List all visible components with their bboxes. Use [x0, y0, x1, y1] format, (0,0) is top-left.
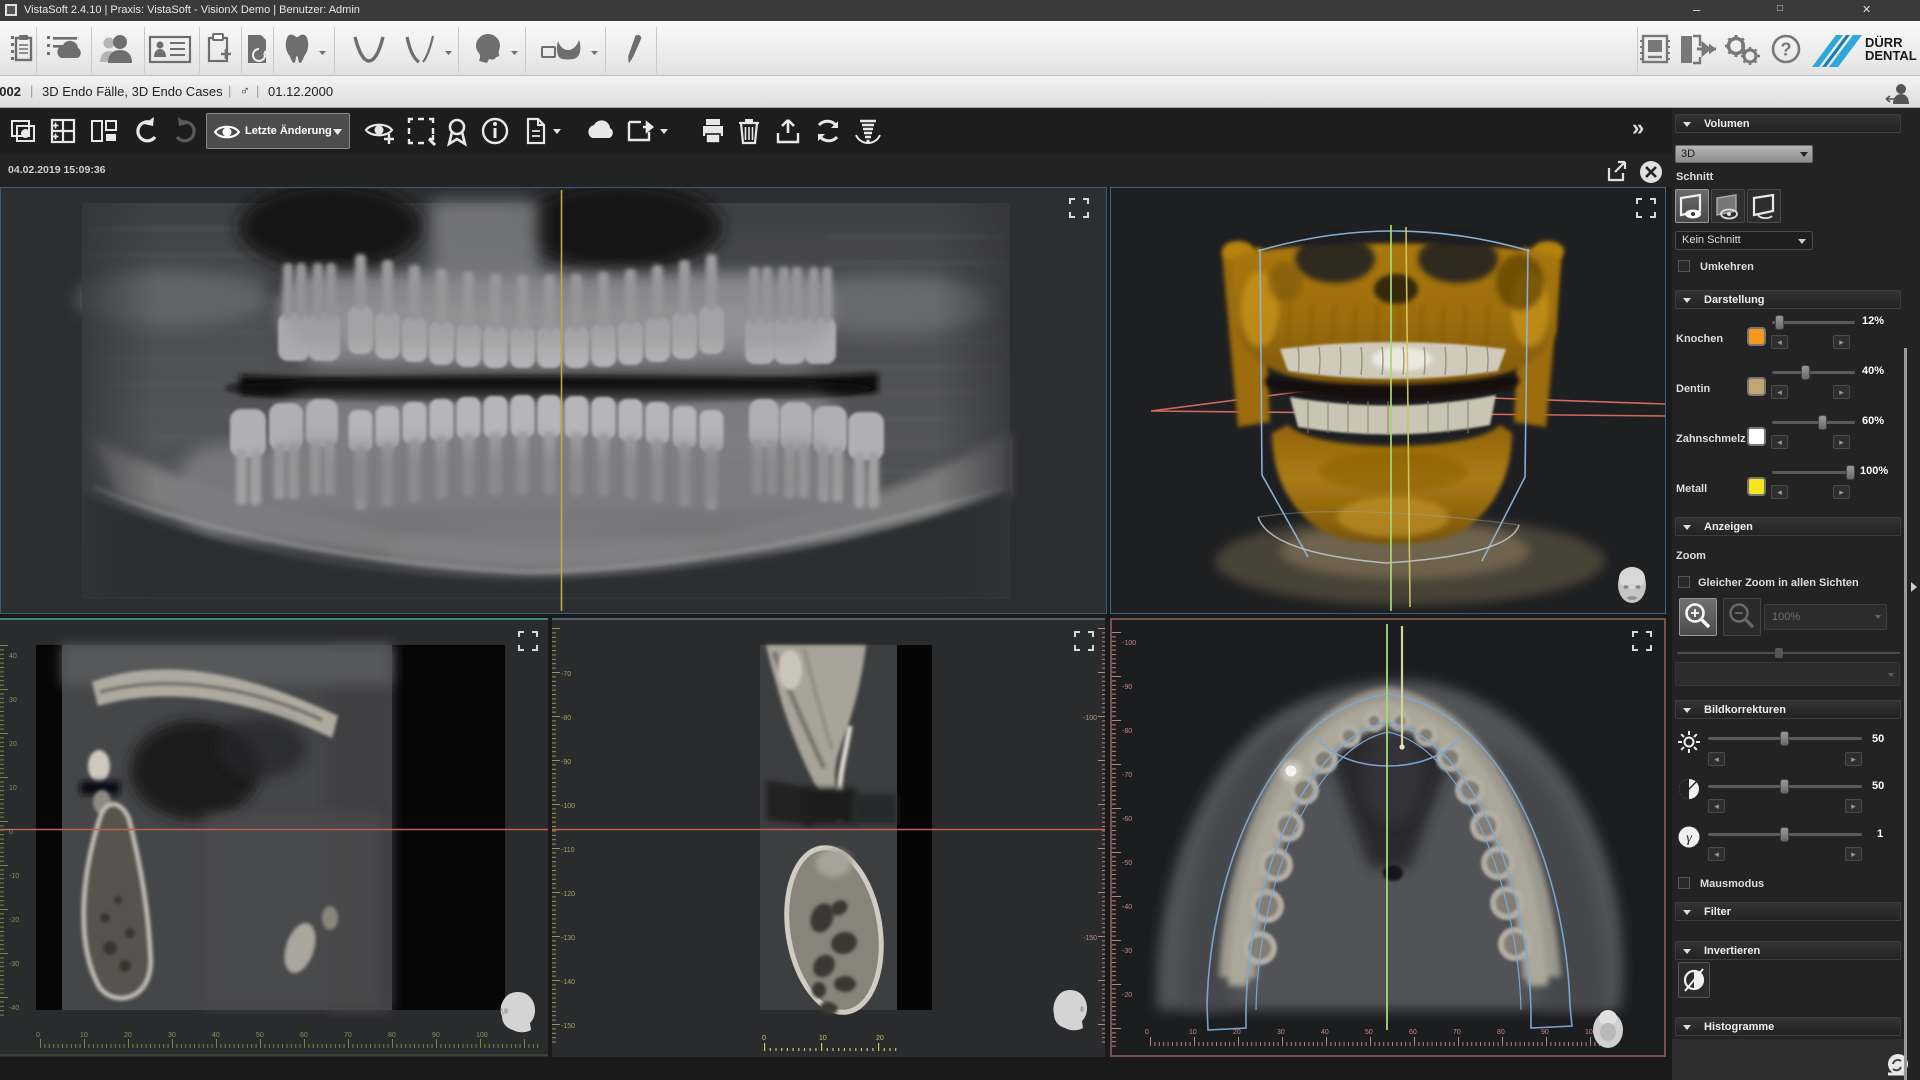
svg-text:20: 20 — [1233, 1029, 1241, 1036]
svg-text:-20: -20 — [9, 917, 19, 924]
svg-text:20: 20 — [124, 1032, 132, 1039]
svg-text:50: 50 — [256, 1032, 264, 1039]
svg-text:-100: -100 — [561, 803, 575, 810]
svg-text:-150: -150 — [561, 1023, 575, 1030]
svg-text:-40: -40 — [1122, 904, 1132, 911]
svg-text:10: 10 — [9, 785, 17, 792]
svg-text:10: 10 — [1189, 1029, 1197, 1036]
svg-text:0: 0 — [1145, 1029, 1149, 1036]
svg-text:-10: -10 — [9, 873, 19, 880]
svg-text:40: 40 — [1321, 1029, 1329, 1036]
svg-text:40: 40 — [9, 653, 17, 660]
svg-text:-80: -80 — [1122, 728, 1132, 735]
svg-text:30: 30 — [9, 697, 17, 704]
svg-text:-30: -30 — [1122, 948, 1132, 955]
svg-text:20: 20 — [9, 741, 17, 748]
svg-text:10: 10 — [80, 1032, 88, 1039]
svg-text:50: 50 — [1365, 1029, 1373, 1036]
svg-text:90: 90 — [432, 1032, 440, 1039]
svg-text:-20: -20 — [1122, 992, 1132, 999]
svg-text:-70: -70 — [561, 671, 571, 678]
svg-text:-80: -80 — [561, 715, 571, 722]
svg-text:0: 0 — [762, 1035, 766, 1042]
svg-text:10: 10 — [819, 1035, 827, 1042]
svg-text:-40: -40 — [9, 1005, 19, 1012]
svg-text:30: 30 — [168, 1032, 176, 1039]
svg-text:0: 0 — [36, 1032, 40, 1039]
svg-text:70: 70 — [1453, 1029, 1461, 1036]
svg-text:40: 40 — [212, 1032, 220, 1039]
svg-text:-50: -50 — [1122, 860, 1132, 867]
svg-text:-30: -30 — [9, 961, 19, 968]
svg-text:-130: -130 — [561, 935, 575, 942]
svg-text:60: 60 — [1409, 1029, 1417, 1036]
svg-text:-90: -90 — [1122, 684, 1132, 691]
svg-text:0: 0 — [9, 829, 13, 836]
svg-text:-120: -120 — [561, 891, 575, 898]
svg-text:-140: -140 — [561, 979, 575, 986]
svg-text:-70: -70 — [1122, 772, 1132, 779]
svg-text:-100: -100 — [1083, 715, 1097, 722]
svg-text:80: 80 — [1497, 1029, 1505, 1036]
svg-text:-150: -150 — [1083, 935, 1097, 942]
svg-text:-110: -110 — [561, 847, 575, 854]
svg-text:30: 30 — [1277, 1029, 1285, 1036]
svg-text:-100: -100 — [1122, 640, 1136, 647]
svg-text:-60: -60 — [1122, 816, 1132, 823]
svg-text:90: 90 — [1541, 1029, 1549, 1036]
svg-text:80: 80 — [388, 1032, 396, 1039]
svg-text:?: ? — [1781, 40, 1792, 60]
svg-text:20: 20 — [876, 1035, 884, 1042]
svg-text:70: 70 — [344, 1032, 352, 1039]
svg-text:-90: -90 — [561, 759, 571, 766]
svg-text:γ: γ — [1686, 831, 1692, 846]
svg-text:100: 100 — [476, 1032, 488, 1039]
svg-text:DENTAL: DENTAL — [1865, 48, 1917, 63]
svg-text:60: 60 — [300, 1032, 308, 1039]
